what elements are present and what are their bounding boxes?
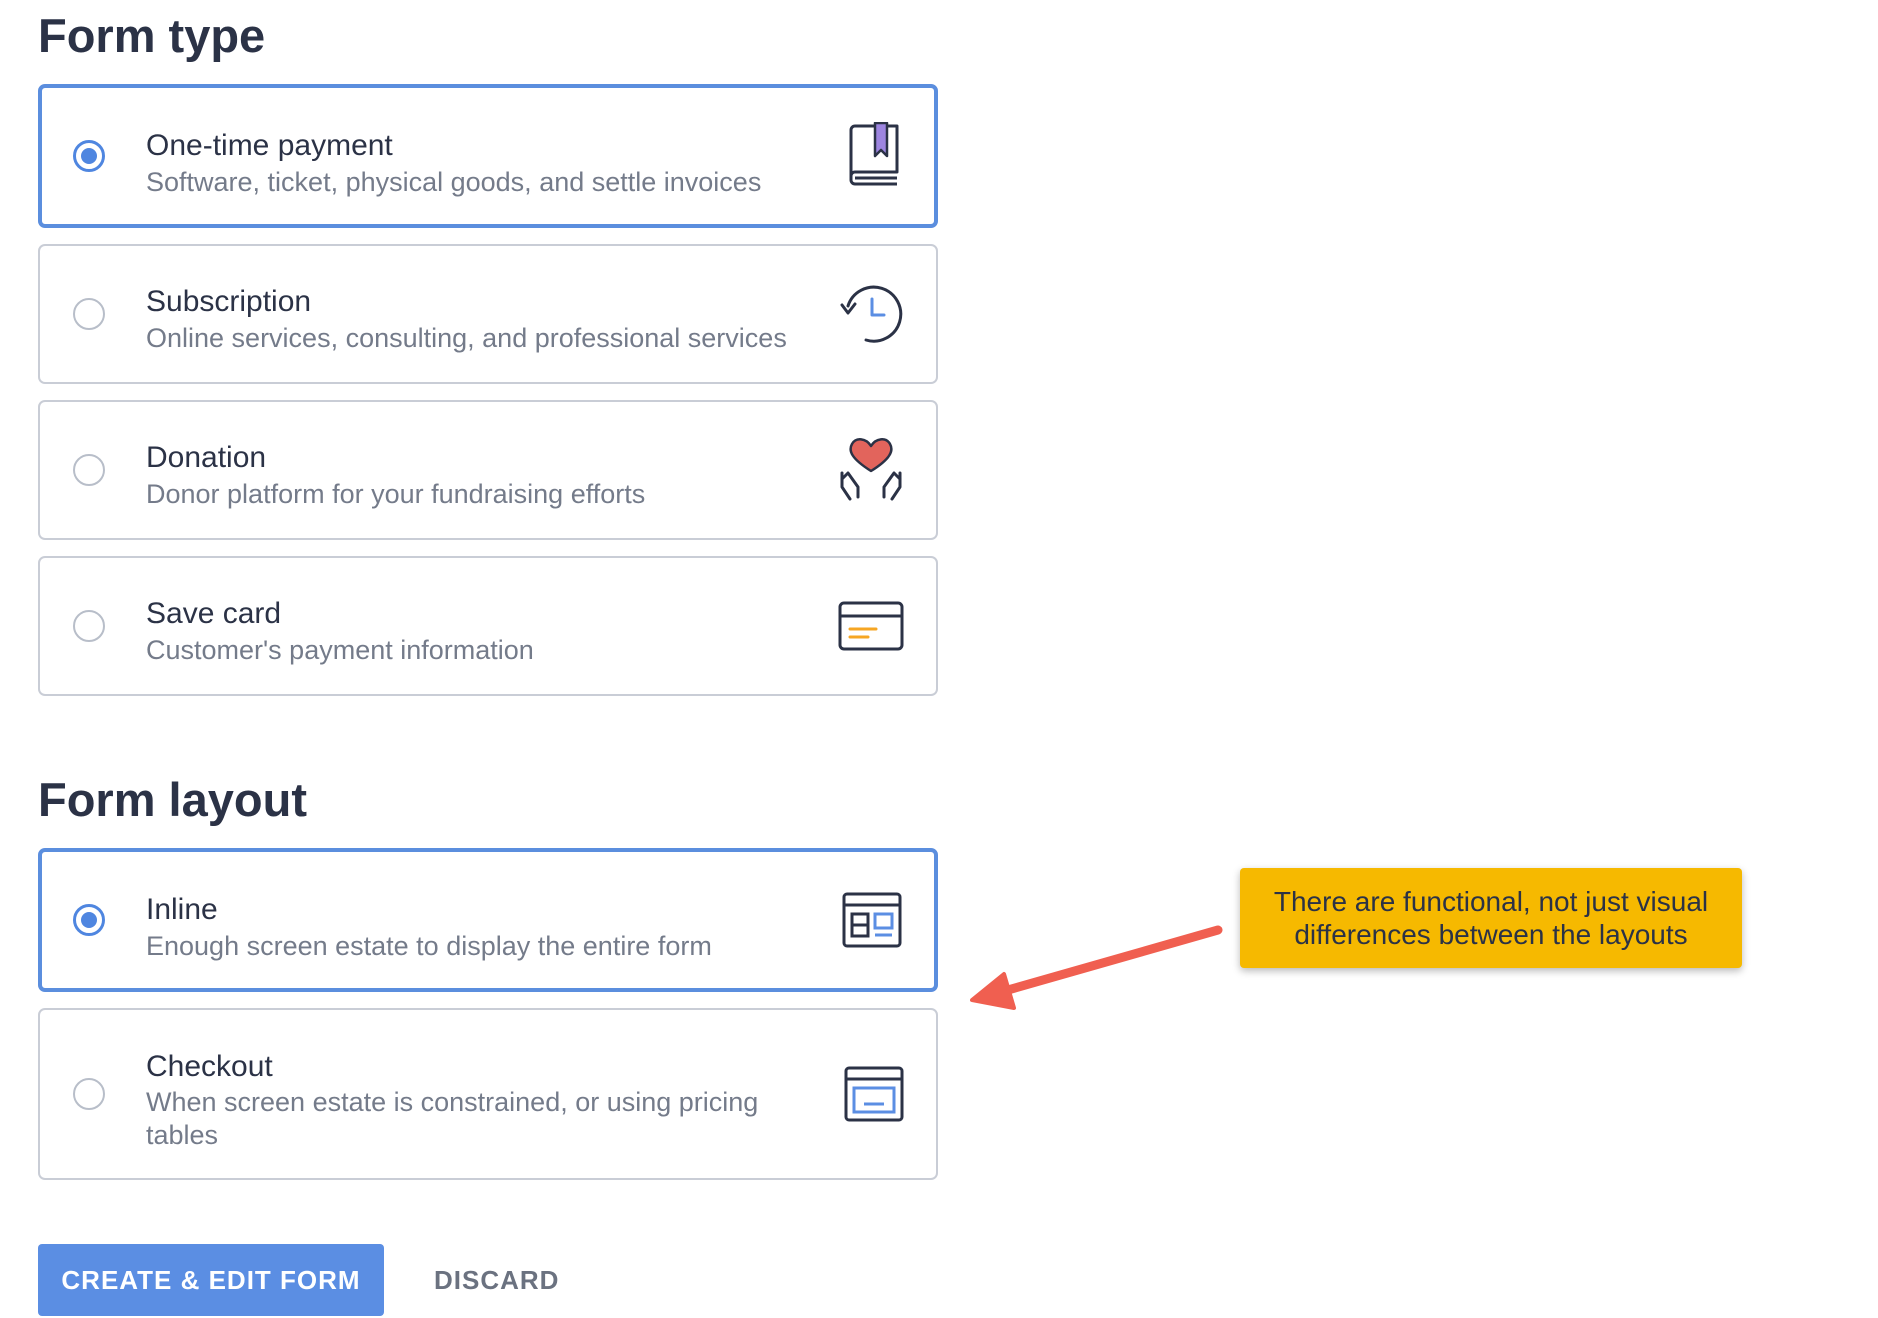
form-type-option-save-card[interactable]: Save card Customer's payment information: [38, 556, 938, 696]
create-and-edit-form-button[interactable]: CREATE & EDIT FORM: [38, 1244, 384, 1316]
option-title: Donation: [146, 441, 267, 474]
option-description: When screen estate is constrained, or us…: [146, 1087, 759, 1150]
option-description: Software, ticket, physical goods, and se…: [146, 167, 762, 197]
radio-button[interactable]: [73, 610, 105, 642]
form-type-option-subscription[interactable]: Subscription Online services, consulting…: [38, 244, 938, 384]
option-description: Donor platform for your fundraising effo…: [146, 479, 646, 509]
heart-hands-icon: [838, 435, 904, 503]
book-icon: [846, 122, 902, 188]
radio-button-selected[interactable]: [73, 904, 105, 936]
credit-card-icon: [838, 601, 904, 651]
option-title: Inline: [146, 893, 218, 926]
form-layout-option-inline[interactable]: Inline Enough screen estate to display t…: [38, 848, 938, 992]
option-title: Subscription: [146, 285, 312, 318]
annotation-callout: There are functional, not just visual di…: [1240, 868, 1742, 968]
inline-layout-icon: [842, 892, 902, 948]
option-title: Checkout: [146, 1050, 273, 1083]
radio-button[interactable]: [73, 298, 105, 330]
annotation-line: There are functional, not just visual: [1273, 886, 1709, 917]
form-layout-option-checkout[interactable]: Checkout When screen estate is constrain…: [38, 1008, 938, 1180]
radio-button[interactable]: [73, 1078, 105, 1110]
recurring-clock-icon: [838, 283, 904, 345]
form-type-heading: Form type: [38, 9, 266, 62]
option-description: Online services, consulting, and profess…: [146, 323, 787, 353]
form-type-option-donation[interactable]: Donation Donor platform for your fundrai…: [38, 400, 938, 540]
radio-button-selected[interactable]: [73, 140, 105, 172]
form-layout-heading: Form layout: [38, 773, 307, 826]
discard-button[interactable]: DISCARD: [416, 1244, 577, 1316]
option-title: One-time payment: [146, 129, 393, 162]
radio-button[interactable]: [73, 454, 105, 486]
checkout-layout-icon: [844, 1066, 904, 1122]
option-description: Customer's payment information: [146, 635, 534, 665]
annotation-line: differences between the layouts: [1294, 919, 1688, 950]
form-type-option-one-time-payment[interactable]: One-time payment Software, ticket, physi…: [38, 84, 938, 228]
option-title: Save card: [146, 597, 282, 630]
option-description: Enough screen estate to display the enti…: [146, 931, 712, 961]
